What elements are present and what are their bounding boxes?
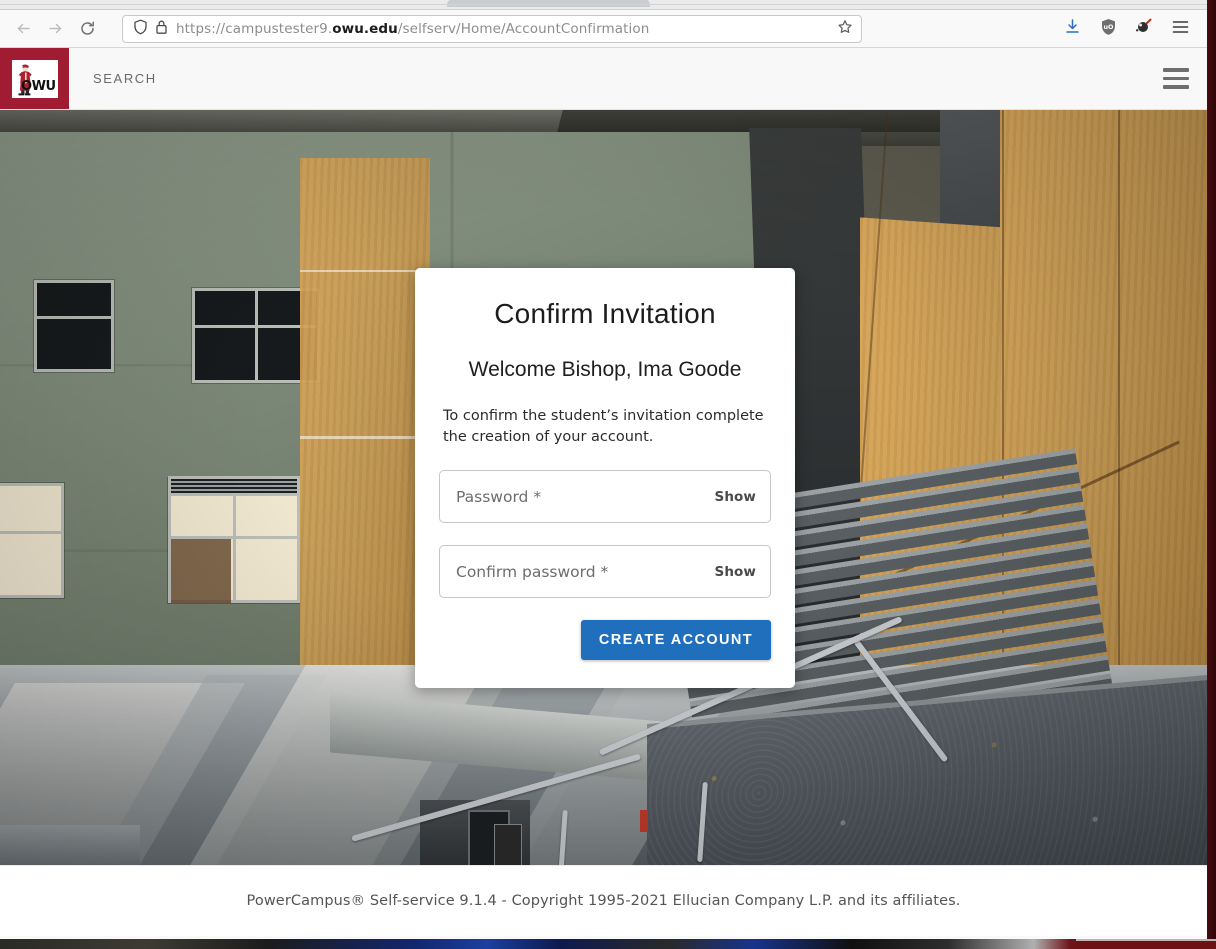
owu-logo-mark: OWU <box>11 59 58 98</box>
forward-button[interactable] <box>40 14 70 44</box>
hamburger-menu-icon-bar <box>1163 76 1189 81</box>
ublock-button[interactable]: uO <box>1097 18 1119 40</box>
owu-logo[interactable]: OWU <box>0 48 69 109</box>
page-title: Confirm Invitation <box>494 298 716 329</box>
card-actions: CREATE ACCOUNT <box>439 620 771 661</box>
browser-toolbar-actions: uO <box>1061 18 1199 40</box>
shield-icon[interactable] <box>133 19 148 39</box>
password-field[interactable]: Show <box>439 470 771 524</box>
padlock-icon[interactable] <box>155 19 168 39</box>
site-footer: PowerCampus® Self-service 9.1.4 - Copyri… <box>0 865 1207 936</box>
password-show-button[interactable]: Show <box>703 489 756 505</box>
hamburger-menu-icon <box>1163 68 1189 72</box>
site-header: OWU SEARCH <box>0 48 1207 110</box>
forward-arrow-icon <box>47 20 64 37</box>
address-bar[interactable]: https://campustester9.owu.edu/selfserv/H… <box>122 14 862 43</box>
browser-window: https://campustester9.owu.edu/selfserv/H… <box>0 0 1207 939</box>
downloads-button[interactable] <box>1061 18 1083 40</box>
site-identity-group <box>133 19 168 39</box>
back-button[interactable] <box>8 14 38 44</box>
downloads-icon <box>1064 18 1081 39</box>
owu-logo-text: OWU <box>21 78 56 94</box>
url-host: owu.edu <box>332 20 398 37</box>
browser-tab-strip[interactable] <box>0 0 1207 10</box>
welcome-message: Welcome Bishop, Ima Goode <box>468 358 742 381</box>
adblock-button[interactable] <box>1133 18 1155 40</box>
password-input[interactable] <box>456 487 703 506</box>
menu-hamburger-icon <box>1172 19 1189 38</box>
adblock-icon <box>1135 18 1153 40</box>
reload-button[interactable] <box>72 14 102 44</box>
desktop-backdrop: https://campustester9.owu.edu/selfserv/H… <box>0 0 1216 949</box>
back-arrow-icon <box>15 20 32 37</box>
svg-text:uO: uO <box>1103 23 1114 31</box>
confirm-password-input[interactable] <box>456 562 703 581</box>
create-account-button[interactable]: CREATE ACCOUNT <box>580 620 771 661</box>
confirm-password-show-button[interactable]: Show <box>703 564 756 580</box>
confirm-password-field[interactable]: Show <box>439 545 771 599</box>
address-bar-url[interactable]: https://campustester9.owu.edu/selfserv/H… <box>176 15 829 43</box>
url-prefix: https://campustester9. <box>176 20 333 37</box>
instruction-text: To confirm the student’s invitation comp… <box>443 407 764 446</box>
copyright-text: PowerCampus® Self-service 9.1.4 - Copyri… <box>246 893 961 909</box>
search-label: SEARCH <box>93 71 157 86</box>
background-taskbar-strip <box>0 939 1216 949</box>
browser-menu-button[interactable] <box>1169 18 1191 40</box>
star-icon[interactable] <box>837 19 853 39</box>
confirm-invitation-card: Confirm Invitation Welcome Bishop, Ima G… <box>415 268 795 689</box>
url-path: /selfserv/Home/AccountConfirmation <box>397 20 650 37</box>
site-menu-button[interactable] <box>1145 48 1207 109</box>
browser-navigation-toolbar: https://campustester9.owu.edu/selfserv/H… <box>0 10 1207 48</box>
hero-background-photo: Confirm Invitation Welcome Bishop, Ima G… <box>0 110 1207 865</box>
ublock-shield-icon: uO <box>1100 18 1117 40</box>
reload-icon <box>79 20 96 37</box>
site-search[interactable]: SEARCH <box>69 48 1145 109</box>
hamburger-menu-icon-bar <box>1163 85 1189 89</box>
